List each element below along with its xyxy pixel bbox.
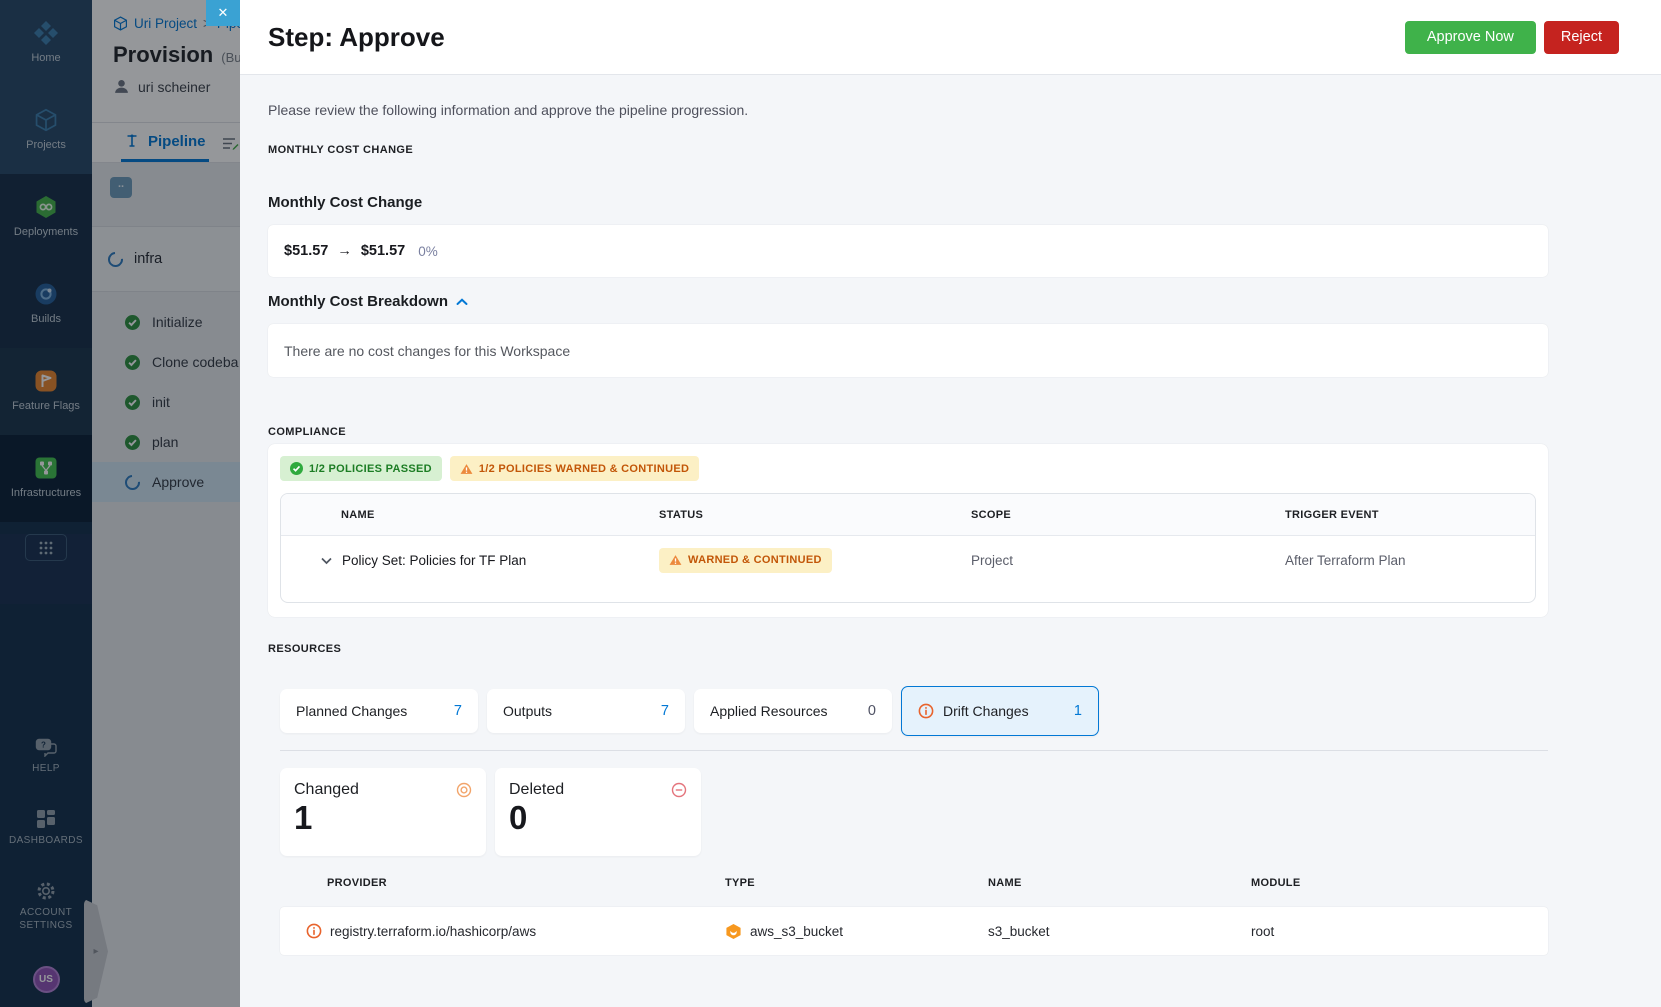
column-header-name: NAME [341,508,375,521]
monthly-cost-change-section-label: MONTHLY COST CHANGE [268,144,414,156]
cost-percent: 0% [418,243,438,259]
tab-count: 0 [867,703,876,719]
tab-count: 7 [660,703,669,719]
cost-from: $51.57 [284,243,329,259]
tab-label: Drift Changes [943,703,1029,719]
screen: Home Projects Deployments Builds Feature… [0,0,1661,1007]
resource-provider: registry.terraform.io/hashicorp/aws [330,923,537,939]
arrow-right-icon: → [337,243,352,259]
policy-scope: Project [971,552,1014,568]
cost-breakdown-empty-card: There are no cost changes for this Works… [268,324,1548,377]
compliance-card: 1/2 POLICIES PASSED 1/2 POLICIES WARNED … [268,444,1548,617]
policy-trigger-event: After Terraform Plan [1285,552,1406,568]
drawer-body: Please review the following information … [240,75,1661,955]
warned-badge-label: 1/2 POLICIES WARNED & CONTINUED [478,462,690,475]
tab-drift-changes[interactable]: Drift Changes 1 [901,686,1099,736]
approve-now-button[interactable]: Approve Now [1404,20,1536,54]
chevron-down-icon[interactable] [321,556,332,565]
tab-planned-changes[interactable]: Planned Changes 7 [280,689,478,733]
close-icon: ✕ [217,5,229,20]
tab-outputs[interactable]: Outputs 7 [487,689,685,733]
status-badge-label: WARNED & CONTINUED [688,554,822,566]
resource-name: s3_bucket [988,923,1050,939]
policy-table-header: NAME STATUS SCOPE TRIGGER EVENT [281,494,1535,536]
drawer-title: Step: Approve [268,21,445,52]
aws-provider-icon [725,923,742,940]
column-header-type: TYPE [725,877,755,889]
intro-text: Please review the following information … [268,102,749,118]
drift-stat-cards: Changed 1 Deleted 0 [280,768,1548,856]
policy-table: NAME STATUS SCOPE TRIGGER EVENT Policy S… [280,493,1536,603]
chevron-up-icon [456,297,468,306]
deleted-label: Deleted [509,781,565,798]
reject-button[interactable]: Reject [1543,20,1619,54]
drift-info-icon [918,703,934,719]
policies-warned-badge: 1/2 POLICIES WARNED & CONTINUED [449,456,700,481]
cost-to: $51.57 [360,243,406,259]
minus-circle-icon [671,782,687,798]
cost-breakdown-heading: Monthly Cost Breakdown [268,293,449,310]
compliance-section-label: COMPLIANCE [268,426,346,438]
column-header-provider: PROVIDER [327,877,387,889]
tab-label: Applied Resources [710,703,828,719]
policy-badges: 1/2 POLICIES PASSED 1/2 POLICIES WARNED … [280,456,1536,481]
changed-label: Changed [294,781,359,798]
divider [280,750,1548,751]
resource-module: root [1251,923,1275,939]
resource-table-row: registry.terraform.io/hashicorp/aws aws_… [280,907,1548,955]
deleted-value: 0 [509,799,528,836]
tab-label: Planned Changes [296,703,408,719]
column-header-name: NAME [988,877,1022,889]
tab-label: Outputs [503,703,553,719]
policy-table-row[interactable]: Policy Set: Policies for TF Plan WARNED … [281,536,1535,584]
approve-step-drawer: ✕ Step: Approve Approve Now Reject Pleas… [206,0,1661,1007]
monthly-cost-change-heading: Monthly Cost Change [268,194,423,211]
tab-count: 7 [453,703,462,719]
drift-info-icon [306,923,322,939]
cost-change-card: $51.57 → $51.57 0% [268,225,1548,277]
resource-table-header: PROVIDER TYPE NAME MODULE [280,877,1548,889]
column-header-status: STATUS [659,508,704,521]
passed-badge-label: 1/2 POLICIES PASSED [309,462,432,475]
column-header-trigger: TRIGGER EVENT [1285,508,1379,521]
warned-status-badge: WARNED & CONTINUED [659,547,832,573]
changed-value: 1 [294,799,313,836]
tab-count: 1 [1073,703,1082,719]
policy-table-padding [281,584,1535,602]
warning-triangle-icon [669,554,682,566]
resource-tabs: Planned Changes 7 Outputs 7 Applied Reso… [280,686,1548,736]
changed-rings-icon [456,782,472,798]
tab-applied-resources[interactable]: Applied Resources 0 [694,689,892,733]
changed-stat-card: Changed 1 [280,768,486,856]
column-header-scope: SCOPE [971,508,1012,521]
policies-passed-badge: 1/2 POLICIES PASSED [280,456,442,481]
close-button[interactable]: ✕ [206,0,240,26]
warning-triangle-icon [460,463,473,475]
resources-section-label: RESOURCES [268,643,342,655]
resource-type: aws_s3_bucket [750,923,844,939]
policy-set-name: Policy Set: Policies for TF Plan [342,552,527,568]
check-circle-icon [290,462,303,475]
deleted-stat-card: Deleted 0 [495,768,701,856]
column-header-module: MODULE [1251,877,1301,889]
drawer-header: Step: Approve Approve Now Reject [240,0,1661,75]
cost-breakdown-toggle[interactable]: Monthly Cost Breakdown [268,293,1548,310]
